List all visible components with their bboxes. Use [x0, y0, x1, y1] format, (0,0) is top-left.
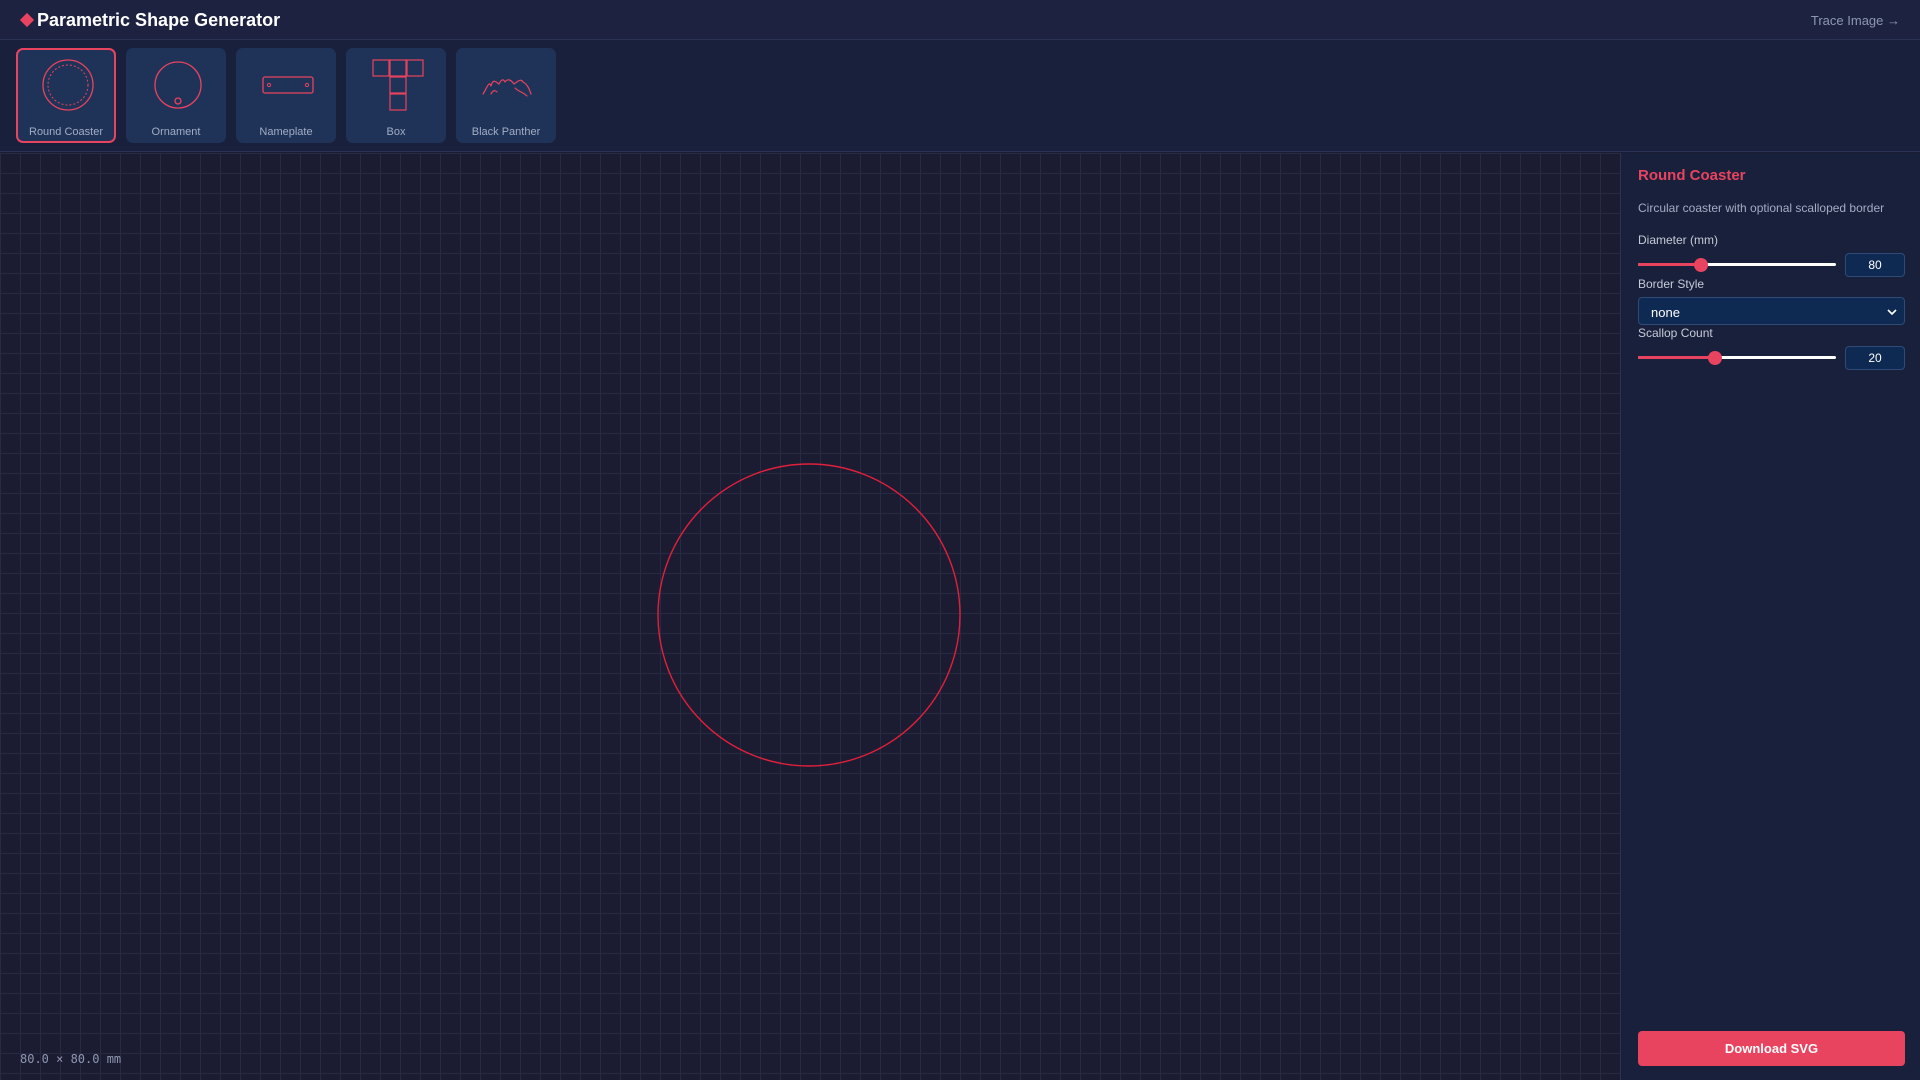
shape-tile-label: Ornament — [151, 126, 201, 138]
nameplate-icon — [262, 76, 314, 94]
diameter-label: Diameter (mm) — [1638, 233, 1718, 247]
shape-tile-black-panther[interactable]: Black Panther — [456, 48, 556, 143]
coaster-outline — [657, 463, 961, 767]
scallop-count-label: Scallop Count — [1638, 326, 1713, 340]
scallop-count-input[interactable] — [1845, 346, 1905, 370]
slider-thumb[interactable] — [1708, 351, 1723, 365]
border-style-label: Border Style — [1638, 277, 1705, 291]
scallop-count-slider[interactable] — [1638, 351, 1836, 365]
chevron-down-icon — [1887, 309, 1897, 316]
diamond-logo-icon — [19, 12, 35, 28]
ornament-icon — [154, 61, 202, 109]
round-coaster-icon — [42, 59, 94, 111]
slider-fill — [1638, 356, 1716, 359]
shape-tile-label: Black Panther — [471, 126, 541, 138]
download-svg-button[interactable]: Download SVG — [1638, 1031, 1905, 1066]
shape-preview — [657, 463, 961, 767]
shape-tile-ornament[interactable]: Ornament — [126, 48, 226, 143]
dimensions-readout: 80.0 × 80.0 mm — [20, 1052, 122, 1066]
shape-tile-label: Nameplate — [259, 126, 313, 138]
border-style-value: none — [1651, 305, 1680, 320]
shape-tile-nameplate[interactable]: Nameplate — [236, 48, 336, 143]
panel-description: Circular coaster with optional scalloped… — [1638, 201, 1885, 215]
panel-title: Round Coaster — [1638, 167, 1746, 184]
shape-tile-label: Round Coaster — [29, 126, 103, 138]
slider-fill — [1638, 263, 1702, 266]
slider-thumb[interactable] — [1694, 258, 1709, 272]
trace-image-link[interactable]: Trace Image → — [1811, 13, 1900, 28]
border-style-select[interactable]: none — [1638, 297, 1905, 325]
shape-tile-label: Box — [386, 126, 406, 138]
shape-tile-round-coaster[interactable]: Round Coaster — [16, 48, 116, 143]
preview-canvas[interactable]: 80.0 × 80.0 mm — [0, 153, 1620, 1080]
top-bar: Parametric Shape Generator Trace Image → — [0, 0, 1920, 40]
shape-tile-box[interactable]: Box — [346, 48, 446, 143]
box-icon — [372, 59, 424, 111]
app-title: Parametric Shape Generator — [37, 10, 281, 30]
shape-selector: Round Coaster Ornament Nameplate Box Bla… — [0, 40, 1920, 152]
diameter-slider[interactable] — [1638, 258, 1836, 272]
properties-panel: Round Coaster Circular coaster with opti… — [1620, 153, 1920, 1080]
diameter-input[interactable] — [1845, 253, 1905, 277]
black-panther-icon — [482, 79, 532, 97]
